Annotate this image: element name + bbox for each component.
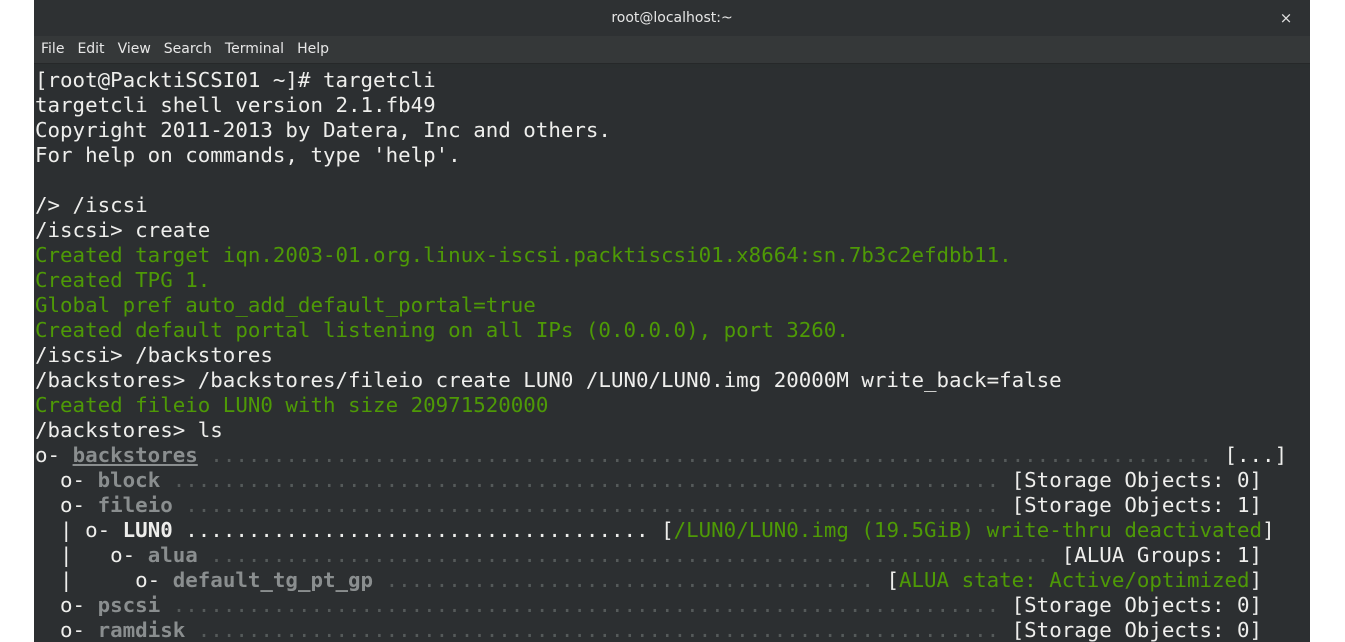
terminal-line: o- fileio ..............................…	[35, 493, 1287, 518]
terminal-text: /> /iscsi	[35, 193, 148, 217]
terminal-text: /iscsi> /backstores	[35, 343, 273, 367]
terminal-line: For help on commands, type 'help'.	[35, 143, 1287, 168]
terminal-output[interactable]: [root@PacktiSCSI01 ~]# targetcli targetcl…	[34, 68, 1310, 642]
terminal-text: [Storage Objects: 0]	[1011, 593, 1263, 617]
terminal-text: Global pref auto_add_default_portal=true	[35, 293, 536, 317]
menu-file[interactable]: File	[35, 36, 70, 63]
terminal-text: ........................................…	[197, 543, 1062, 567]
terminal-text: /iscsi> create	[35, 218, 211, 242]
terminal-line: Created fileio LUN0 with size 2097152000…	[35, 393, 1287, 418]
terminal-line: /backstores> /backstores/fileio create L…	[35, 368, 1287, 393]
terminal-line: /iscsi> /backstores	[35, 343, 1287, 368]
terminal-text: block	[97, 468, 161, 492]
terminal-text: | o-	[35, 568, 173, 592]
terminal-text: default_tg_pt_gp	[172, 568, 374, 592]
terminal-line: [root@PacktiSCSI01 ~]# targetcli	[35, 68, 1287, 93]
terminal-text: | o-	[35, 543, 148, 567]
terminal-text: | o-	[35, 518, 123, 542]
terminal-text: [ALUA Groups: 1]	[1061, 543, 1263, 567]
terminal-text: [	[661, 518, 674, 542]
terminal-line: o- backstores ..........................…	[35, 443, 1287, 468]
window-title: root@localhost:~	[611, 10, 733, 26]
terminal-text: backstores	[72, 443, 198, 467]
menu-help[interactable]: Help	[291, 36, 335, 63]
terminal-line: /iscsi> create	[35, 218, 1287, 243]
terminal-text: [	[886, 568, 899, 592]
terminal-text: Created fileio LUN0 with size 2097152000…	[35, 393, 549, 417]
terminal-text: [root@PacktiSCSI01 ~]# targetcli	[35, 68, 436, 92]
terminal-text: /backstores> /backstores/fileio create L…	[35, 368, 1062, 392]
terminal-line: Global pref auto_add_default_portal=true	[35, 293, 1287, 318]
menu-bar: File Edit View Search Terminal Help	[34, 36, 1310, 64]
scrollbar[interactable]	[1300, 68, 1310, 642]
terminal-text: Created target iqn.2003-01.org.linux-isc…	[35, 243, 1012, 267]
terminal-text: fileio	[97, 493, 173, 517]
terminal-line: Copyright 2011-2013 by Datera, Inc and o…	[35, 118, 1287, 143]
terminal-text: ........................................…	[172, 493, 1012, 517]
terminal-line: Created target iqn.2003-01.org.linux-isc…	[35, 243, 1287, 268]
terminal-line: targetcli shell version 2.1.fb49	[35, 93, 1287, 118]
terminal-text: o-	[35, 468, 98, 492]
title-bar[interactable]: root@localhost:~ ×	[34, 0, 1310, 37]
menu-edit[interactable]: Edit	[71, 36, 110, 63]
terminal-text: ........................................…	[160, 468, 1012, 492]
terminal-line: o- pscsi ...............................…	[35, 593, 1287, 618]
terminal-text: targetcli shell version 2.1.fb49	[35, 93, 436, 117]
terminal-text: o-	[35, 618, 98, 642]
terminal-text: LUN0	[122, 518, 173, 542]
terminal-text: Copyright 2011-2013 by Datera, Inc and o…	[35, 118, 611, 142]
terminal-text: o-	[35, 493, 98, 517]
terminal-text: [...]	[1224, 443, 1288, 467]
menu-view[interactable]: View	[112, 36, 157, 63]
terminal-line: | o- LUN0 ..............................…	[35, 518, 1287, 543]
terminal-text: .....................................	[172, 518, 662, 542]
terminal-text: ........................................…	[197, 443, 1225, 467]
terminal-text: ]	[1249, 568, 1263, 592]
terminal-line: Created default portal listening on all …	[35, 318, 1287, 343]
menu-search[interactable]: Search	[158, 36, 218, 63]
terminal-lines: [root@PacktiSCSI01 ~]# targetcli targetcl…	[35, 68, 1287, 642]
terminal-text: [Storage Objects: 0]	[1011, 618, 1263, 642]
terminal-text: ........................................…	[160, 593, 1012, 617]
terminal-text: [Storage Objects: 0]	[1011, 468, 1263, 492]
terminal-line: /> /iscsi	[35, 193, 1287, 218]
terminal-text: .......................................	[373, 568, 887, 592]
terminal-line: | o- default_tg_pt_gp ..................…	[35, 568, 1287, 593]
close-icon[interactable]: ×	[1276, 8, 1296, 28]
terminal-text: ]	[1262, 518, 1275, 542]
terminal-text: ALUA state: Active/optimized	[898, 568, 1250, 592]
terminal-text: For help on commands, type 'help'.	[35, 143, 461, 167]
terminal-text: ........................................…	[185, 618, 1012, 642]
terminal-text: pscsi	[97, 593, 161, 617]
terminal-window: root@localhost:~ × File Edit View Search…	[34, 0, 1310, 642]
terminal-text: Created TPG 1.	[35, 268, 211, 292]
terminal-line: /backstores> ls	[35, 418, 1287, 443]
terminal-text: /LUN0/LUN0.img (19.5GiB) write-thru deac…	[673, 518, 1263, 542]
terminal-line: | o- alua ..............................…	[35, 543, 1287, 568]
terminal-text: Created default portal listening on all …	[35, 318, 849, 342]
terminal-line: o- ramdisk .............................…	[35, 618, 1287, 642]
terminal-line: Created TPG 1.	[35, 268, 1287, 293]
terminal-text: /backstores> ls	[35, 418, 223, 442]
terminal-text: alua	[147, 543, 198, 567]
terminal-line: o- block ...............................…	[35, 468, 1287, 493]
terminal-text: ramdisk	[97, 618, 186, 642]
terminal-text: o-	[35, 443, 73, 467]
terminal-text: [Storage Objects: 1]	[1011, 493, 1263, 517]
menu-terminal[interactable]: Terminal	[219, 36, 290, 63]
terminal-text: o-	[35, 593, 98, 617]
